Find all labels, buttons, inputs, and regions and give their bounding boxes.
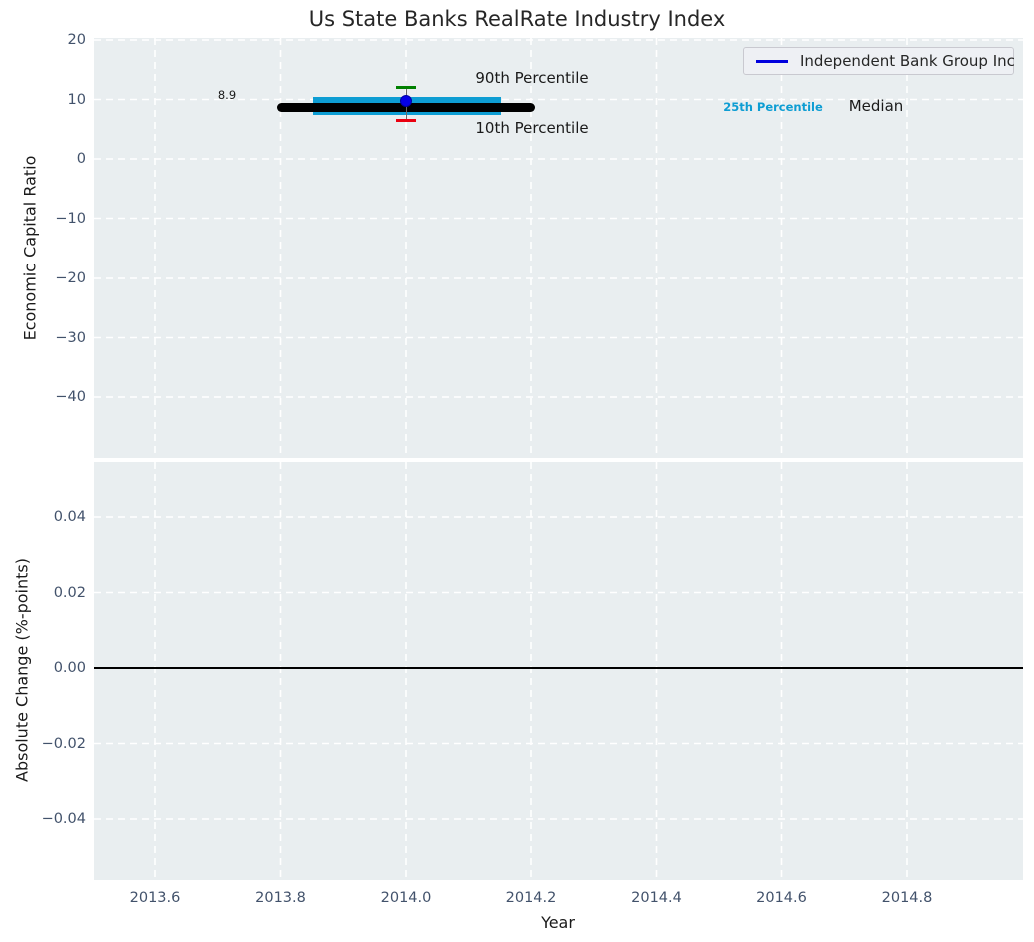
p25-annotation: 25th Percentile: [703, 100, 843, 114]
top-plot: 8.9 90th Percentile 10th Percentile 25th…: [94, 38, 1023, 458]
y-axis-label-bottom: Absolute Change (%-points): [13, 558, 32, 782]
ytick-label: −40: [26, 388, 86, 406]
p10-annotation: 10th Percentile: [452, 119, 612, 137]
x-axis-label: Year: [541, 913, 575, 932]
xtick-label: 2014.8: [862, 889, 952, 907]
xtick-label: 2014.0: [361, 889, 451, 907]
figure-title: Us State Banks RealRate Industry Index: [0, 7, 1034, 31]
p90-cap: [396, 86, 416, 89]
company-point: [400, 95, 412, 107]
xtick-label: 2013.8: [236, 889, 326, 907]
xtick-label: 2014.4: [612, 889, 702, 907]
xtick-label: 2014.2: [486, 889, 576, 907]
legend: Independent Bank Group Inc: [743, 47, 1014, 75]
p90-annotation: 90th Percentile: [452, 69, 612, 87]
ytick-label: 20: [26, 31, 86, 49]
legend-line-sample: [756, 60, 788, 63]
zero-line: [94, 667, 1023, 669]
legend-label: Independent Bank Group Inc: [800, 52, 1015, 70]
p10-cap: [396, 119, 416, 122]
ytick-label: −0.04: [6, 810, 86, 828]
xtick-label: 2013.6: [110, 889, 200, 907]
y-axis-label-top: Economic Capital Ratio: [21, 156, 40, 341]
bottom-plot: [94, 462, 1023, 880]
xtick-label: 2014.6: [737, 889, 827, 907]
median-annotation: Median: [826, 97, 926, 115]
ytick-label: 10: [26, 91, 86, 109]
figure: Us State Banks RealRate Industry Index: [0, 0, 1034, 942]
median-value-label: 8.9: [197, 88, 257, 102]
ytick-label: 0.04: [6, 508, 86, 526]
gridlines: [94, 462, 1023, 880]
